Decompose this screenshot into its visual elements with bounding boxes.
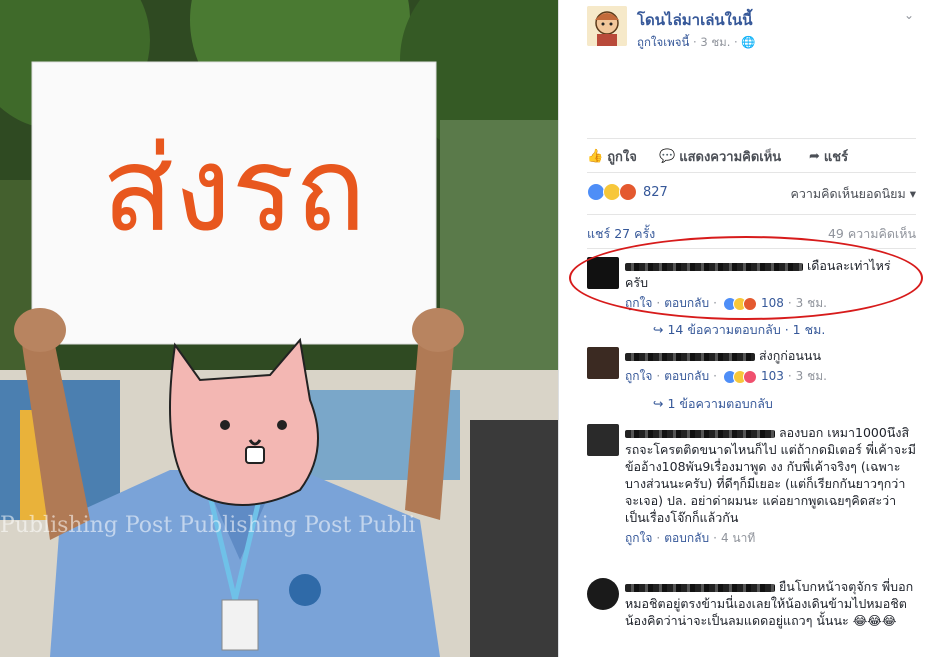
share-button[interactable]: ➦ แชร์ [809, 146, 848, 167]
love-reaction-icon [742, 369, 757, 384]
share-label: แชร์ [823, 150, 849, 165]
comment-reactions[interactable] [722, 369, 757, 384]
post-author[interactable]: ถูกใจเพจนี้ [637, 35, 689, 49]
comment-count[interactable]: 49 ความคิดเห็น [828, 224, 916, 244]
globe-icon: 🌐 [741, 35, 756, 49]
divider [587, 138, 916, 139]
like-button[interactable]: 👍 ถูกใจ [587, 146, 637, 167]
avatar[interactable] [587, 347, 619, 379]
view-replies-link[interactable]: ↪ 1 ข้อความตอบกลับ [653, 394, 773, 414]
comment-reaction-count: 103 [760, 369, 784, 383]
separator: · [713, 369, 717, 383]
redacted-commenter-name[interactable] [625, 352, 755, 361]
comment-reply-link[interactable]: ตอบกลับ [664, 530, 709, 547]
separator: · [656, 531, 661, 545]
sign-text: ส่งรถ [102, 120, 366, 258]
angry-reaction-icon [619, 183, 637, 201]
comment-actions: ถูกใจ · ตอบกลับ · 108 · 3 ชม. [625, 295, 916, 312]
comment-time[interactable]: 3 ชม. [796, 295, 827, 312]
protest-photo-illustration: ส่งรถ Publishing Post Publishing Post Pu… [0, 0, 558, 657]
redacted-commenter-name[interactable] [625, 262, 803, 271]
angry-reaction-icon [742, 296, 757, 311]
page-name[interactable]: โดนไล่มาเล่นในนี้ [637, 8, 753, 32]
post-stats: แชร์ 27 ครั้ง 49 ความคิดเห็น [587, 224, 916, 244]
comment-text: ลองบอก เหมา1000นึงสิ รถจะโครตติดขนาดไหนก… [625, 425, 916, 525]
comment-like-link[interactable]: ถูกใจ [625, 368, 652, 385]
reply-arrow-icon: ↪ [653, 322, 664, 337]
separator: · [656, 369, 661, 383]
post-photo[interactable]: ส่งรถ Publishing Post Publishing Post Pu… [0, 0, 558, 657]
separator: · [787, 369, 792, 383]
reaction-summary[interactable]: 827 [587, 182, 668, 202]
comment-time[interactable]: 4 นาที [721, 530, 755, 547]
reply-arrow-icon: ↪ [653, 396, 664, 411]
divider [587, 172, 916, 173]
caret-down-icon: ▾ [909, 186, 916, 201]
comment-time[interactable]: 3 ชม. [796, 368, 827, 385]
redacted-commenter-name[interactable] [625, 429, 775, 438]
comment-reply-link[interactable]: ตอบกลับ [664, 295, 709, 312]
post-actions: 👍 ถูกใจ 💬 แสดงความคิดเห็น ➦ แชร์ [587, 146, 916, 166]
comment-actions: ถูกใจ · ตอบกลับ · 4 นาที [625, 530, 916, 547]
comment-like-link[interactable]: ถูกใจ [625, 295, 652, 312]
post-time[interactable]: 3 ชม. [700, 35, 730, 49]
view-replies-link[interactable]: ↪ 14 ข้อความตอบกลับ · 1 ชม. [653, 320, 825, 340]
comment-sort-dropdown[interactable]: ความคิดเห็นยอดนิยม ▾ [791, 184, 917, 204]
avatar[interactable] [587, 257, 619, 289]
comment-button[interactable]: 💬 แสดงความคิดเห็น [659, 146, 781, 167]
comment-label: แสดงความคิดเห็น [679, 150, 782, 165]
replies-label: 1 ข้อความตอบกลับ [667, 396, 773, 411]
comment-icon: 💬 [659, 149, 676, 164]
thumbs-up-icon: 👍 [587, 149, 604, 164]
post-meta: ถูกใจเพจนี้ · 3 ชม. · 🌐 [637, 34, 756, 52]
comment-reactions[interactable] [722, 296, 757, 311]
comment-reply-link[interactable]: ตอบกลับ [664, 368, 709, 385]
sort-label: ความคิดเห็นยอดนิยม [790, 186, 906, 201]
redacted-commenter-name[interactable] [625, 583, 775, 592]
photo-watermark: Publishing Post Publishing Post Publi [0, 513, 415, 538]
separator: · [713, 296, 717, 310]
avatar[interactable] [587, 424, 619, 456]
divider [587, 248, 916, 249]
comment-reaction-count: 108 [760, 296, 784, 310]
separator: · [713, 531, 717, 545]
share-count[interactable]: แชร์ 27 ครั้ง [587, 226, 655, 241]
like-label: ถูกใจ [607, 150, 637, 165]
comment-actions: ถูกใจ · ตอบกลับ · 103 · 3 ชม. [625, 368, 916, 385]
cartoon-avatar-icon [587, 6, 627, 46]
divider [587, 214, 916, 215]
avatar[interactable] [587, 578, 619, 610]
comment-like-link[interactable]: ถูกใจ [625, 530, 652, 547]
post-panel: โดนไล่มาเล่นในนี้ ถูกใจเพจนี้ · 3 ชม. · … [558, 0, 930, 657]
page-avatar[interactable] [587, 6, 627, 46]
share-arrow-icon: ➦ [809, 149, 820, 164]
post-header: โดนไล่มาเล่นในนี้ ถูกใจเพจนี้ · 3 ชม. · … [587, 6, 920, 50]
reaction-count: 827 [643, 184, 668, 200]
chevron-down-icon[interactable]: ⌄ [904, 8, 914, 22]
replies-label: 14 ข้อความตอบกลับ · 1 ชม. [667, 322, 826, 337]
comment-text: ส่งกูก่อนนน [758, 348, 821, 363]
separator: · [656, 296, 661, 310]
separator: · [787, 296, 792, 310]
